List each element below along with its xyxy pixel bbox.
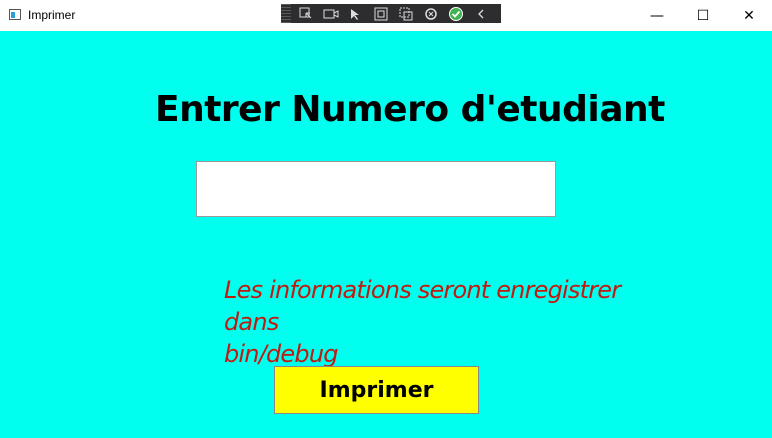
print-button[interactable]: Imprimer — [274, 366, 479, 414]
student-number-input[interactable] — [196, 161, 556, 217]
cursor-icon[interactable] — [345, 5, 367, 22]
page-title: Entrer Numero d'etudiant — [155, 89, 665, 130]
app-window-icon — [9, 9, 21, 20]
maximize-button[interactable]: ☐ — [680, 0, 726, 31]
track-focus-icon[interactable] — [395, 5, 417, 22]
layout-adorner-icon[interactable] — [370, 5, 392, 22]
debug-toolbar — [281, 4, 501, 23]
hot-reload-icon[interactable] — [420, 5, 442, 22]
info-message: Les informations seront enregistrer dans… — [224, 274, 664, 370]
select-element-icon[interactable] — [295, 5, 317, 22]
window-controls: — ☐ ✕ — [634, 0, 772, 31]
toolbar-grip[interactable] — [281, 4, 291, 23]
check-circle-icon[interactable] — [445, 5, 467, 22]
form-area: Entrer Numero d'etudiant Les information… — [0, 31, 772, 438]
video-icon[interactable] — [320, 5, 342, 22]
window-title: Imprimer — [28, 8, 76, 22]
collapse-chevron-icon[interactable] — [470, 5, 492, 22]
close-button[interactable]: ✕ — [726, 0, 772, 31]
info-message-line1: Les informations seront enregistrer dans — [224, 276, 621, 336]
title-bar: Imprimer — ☐ ✕ — [0, 0, 772, 31]
minimize-button[interactable]: — — [634, 0, 680, 31]
